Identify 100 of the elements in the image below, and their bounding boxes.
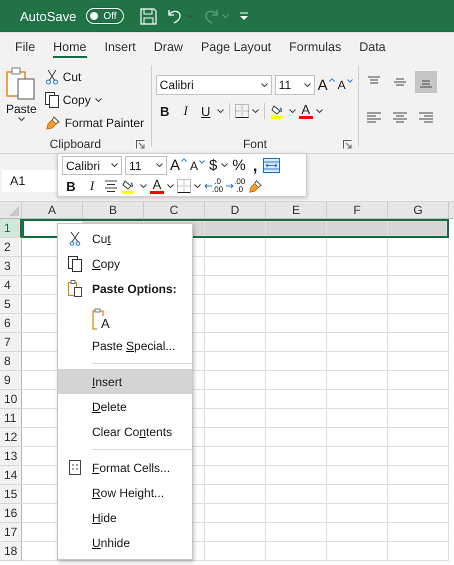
format-painter-button[interactable]: Format Painter xyxy=(44,113,144,133)
font-color-button[interactable]: A xyxy=(150,176,164,196)
caret-icon xyxy=(304,82,311,88)
font-size-dropdown[interactable]: 11 xyxy=(125,156,167,175)
dialog-launcher-icon[interactable] xyxy=(343,140,352,149)
column-header[interactable]: F xyxy=(327,202,388,218)
menu-item[interactable]: Insert xyxy=(58,369,192,394)
menu-item[interactable]: Hide xyxy=(58,505,192,530)
underline-button[interactable]: U xyxy=(198,101,214,121)
name-box[interactable]: A1 xyxy=(2,170,58,192)
grow-font-button[interactable]: A xyxy=(170,157,188,174)
column-header[interactable]: D xyxy=(205,202,266,218)
caret-icon xyxy=(194,184,201,188)
cut-button[interactable]: Cut xyxy=(44,67,144,87)
menu-item[interactable]: Format Cells... xyxy=(58,455,192,480)
copy-icon xyxy=(68,256,82,272)
save-icon[interactable] xyxy=(140,8,157,24)
italic-button[interactable]: I xyxy=(83,176,101,196)
column-header[interactable]: C xyxy=(144,202,205,218)
row-header[interactable]: 16 xyxy=(0,504,22,523)
row-header[interactable]: 4 xyxy=(0,276,22,295)
font-color-button[interactable]: A xyxy=(298,101,313,121)
comma-style-button[interactable]: , xyxy=(250,160,260,172)
row-header[interactable]: 12 xyxy=(0,428,22,447)
menu-item[interactable]: Row Height... xyxy=(58,480,192,505)
row-header[interactable]: 15 xyxy=(0,485,22,504)
column-header[interactable]: E xyxy=(266,202,327,218)
menu-item[interactable]: Paste Special... xyxy=(58,333,192,358)
borders-icon xyxy=(177,179,191,193)
column-header[interactable]: G xyxy=(388,202,449,218)
triangle-icon xyxy=(9,206,19,216)
caret-icon xyxy=(260,82,268,88)
center-align-icon[interactable] xyxy=(104,180,118,192)
accounting-format-button[interactable]: $ xyxy=(208,157,218,174)
shrink-font-button[interactable]: A xyxy=(190,158,206,172)
row-header[interactable]: 13 xyxy=(0,447,22,466)
format-cells-icon xyxy=(69,460,81,475)
font-size-dropdown[interactable]: 11 xyxy=(274,75,315,95)
group-label: Font xyxy=(242,137,267,151)
row-header[interactable]: 9 xyxy=(0,371,22,390)
decrease-decimal-button[interactable]: .00 .0 xyxy=(226,178,246,194)
menu-item[interactable]: Copy xyxy=(58,251,192,276)
paste-option-button[interactable]: A xyxy=(92,304,110,330)
caret-icon xyxy=(186,14,193,18)
customize-menu-icon[interactable] xyxy=(238,12,249,20)
autosave-toggle[interactable]: Off xyxy=(86,8,124,24)
menu-heading: Paste Options: xyxy=(92,282,177,296)
menu-item[interactable]: Delete xyxy=(58,394,192,419)
ribbon-tab[interactable]: Page Layout xyxy=(192,33,280,61)
bold-button[interactable]: B xyxy=(156,101,174,121)
increase-decimal-button[interactable]: .0 .00 xyxy=(204,178,224,194)
row-header[interactable]: 2 xyxy=(0,238,22,257)
align-lines-icon xyxy=(418,111,434,125)
column-header[interactable]: B xyxy=(83,202,144,218)
row-header[interactable]: 8 xyxy=(0,352,22,371)
menu-item[interactable]: Unhide xyxy=(58,530,192,555)
row-header[interactable]: 17 xyxy=(0,523,22,542)
caret-icon xyxy=(167,184,174,188)
menu-item[interactable]: Cut xyxy=(58,226,192,251)
row-header[interactable]: 18 xyxy=(0,542,22,561)
paste-button[interactable]: Paste xyxy=(4,65,39,135)
align-button[interactable] xyxy=(415,71,438,93)
row-header[interactable]: 14 xyxy=(0,466,22,485)
scissors-icon xyxy=(44,69,59,85)
clipboard-icon xyxy=(68,280,82,297)
italic-button[interactable]: I xyxy=(176,101,195,121)
row-header[interactable]: 11 xyxy=(0,409,22,428)
wrap-text-icon[interactable] xyxy=(263,158,280,173)
grow-font-button[interactable]: A xyxy=(318,76,335,94)
font-name-dropdown[interactable]: Calibri xyxy=(62,156,122,175)
copy-button[interactable]: Copy xyxy=(44,90,144,110)
scissors-icon xyxy=(69,231,81,246)
row-header[interactable]: 3 xyxy=(0,257,22,276)
font-name-dropdown[interactable]: Calibri xyxy=(156,75,272,95)
group-label: Clipboard xyxy=(50,137,102,151)
ribbon-tab[interactable]: Home xyxy=(44,33,96,61)
shrink-font-button[interactable]: A xyxy=(338,78,353,92)
caret-icon xyxy=(111,163,118,168)
borders-button[interactable] xyxy=(234,101,249,121)
bold-button[interactable]: B xyxy=(62,176,80,196)
paintbrush-icon xyxy=(248,178,264,194)
ribbon-tab[interactable]: Data xyxy=(350,33,395,61)
ribbon-tab[interactable]: Insert xyxy=(96,33,145,61)
menu-item[interactable]: Clear Contents xyxy=(58,419,192,444)
column-header[interactable]: A xyxy=(22,202,83,218)
row-header[interactable]: 1 xyxy=(0,219,22,238)
dialog-launcher-icon[interactable] xyxy=(136,140,145,149)
row-header[interactable]: 10 xyxy=(0,390,22,409)
undo-button[interactable] xyxy=(166,8,193,24)
ribbon-tab[interactable]: Formulas xyxy=(280,33,350,61)
percent-style-button[interactable]: % xyxy=(231,157,247,174)
paintbrush-icon xyxy=(44,115,61,131)
align-lines-icon xyxy=(392,111,408,125)
borders-button[interactable] xyxy=(177,176,191,196)
ribbon-tab[interactable]: File xyxy=(6,33,44,61)
ribbon-tab[interactable]: Draw xyxy=(144,33,192,61)
row-header[interactable]: 7 xyxy=(0,333,22,352)
caret-icon xyxy=(221,163,228,168)
row-header[interactable]: 6 xyxy=(0,314,22,333)
row-header[interactable]: 5 xyxy=(0,295,22,314)
